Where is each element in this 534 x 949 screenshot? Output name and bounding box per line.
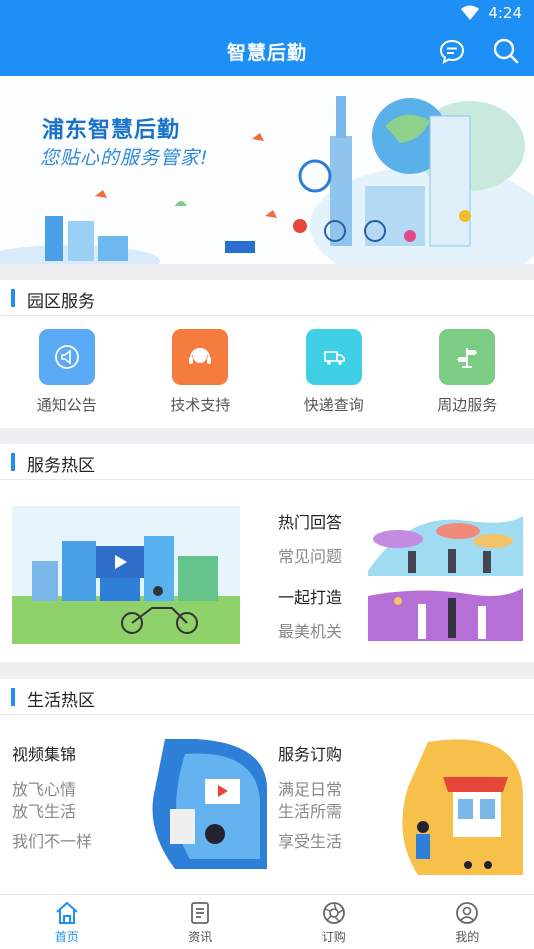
headset-icon bbox=[172, 329, 229, 385]
service-express[interactable]: 快递查询 bbox=[267, 318, 401, 415]
hot-video-card[interactable] bbox=[12, 506, 240, 644]
section-accent bbox=[11, 688, 15, 706]
section-title: 生活热区 bbox=[27, 691, 95, 711]
life-card-line: 生活所需 bbox=[278, 802, 343, 821]
service-tech-support[interactable]: 技术支持 bbox=[134, 318, 268, 415]
shopping-illustration bbox=[402, 739, 523, 875]
services-grid: 通知公告 技术支持 快递查询 周边服务 bbox=[0, 318, 534, 415]
hot-item-office[interactable]: 一起打造 最美机关 bbox=[278, 584, 342, 642]
service-hot-section: 服务热区 热门回答 常见问题 一起打造 最美机关 bbox=[0, 444, 534, 662]
tab-label: 资讯 bbox=[188, 930, 213, 944]
section-header: 服务热区 bbox=[0, 444, 534, 480]
section-accent bbox=[11, 453, 15, 471]
home-icon bbox=[56, 901, 78, 924]
tab-profile[interactable]: 我的 bbox=[401, 895, 534, 949]
service-label: 技术支持 bbox=[170, 396, 231, 414]
life-hot-section: 生活热区 视频集锦 放飞心情 放飞生活 我们不一样 服务订购 满足日常 生活所需… bbox=[0, 679, 534, 894]
tab-home[interactable]: 首页 bbox=[0, 895, 134, 949]
truck-icon bbox=[305, 329, 362, 385]
life-card-line: 放飞心情 bbox=[12, 780, 77, 799]
city-cyclist-image bbox=[12, 506, 240, 644]
life-card-line: 享受生活 bbox=[278, 832, 343, 851]
banner-illustration bbox=[0, 76, 534, 264]
office-illustration bbox=[368, 588, 523, 641]
bottom-tab-bar: 首页 资讯 订购 我的 bbox=[0, 894, 534, 949]
megaphone-icon bbox=[38, 329, 95, 385]
tab-label: 我的 bbox=[455, 930, 480, 944]
message-icon[interactable] bbox=[438, 37, 466, 65]
life-card-order[interactable]: 服务订购 满足日常 生活所需 享受生活 bbox=[278, 741, 342, 853]
video-illustration bbox=[152, 739, 267, 869]
service-label: 通知公告 bbox=[36, 396, 97, 414]
life-card-video[interactable]: 视频集锦 放飞心情 放飞生活 我们不一样 bbox=[12, 741, 92, 853]
hot-item-faq[interactable]: 热门回答 常见问题 bbox=[278, 509, 342, 567]
tab-news[interactable]: 资讯 bbox=[134, 895, 268, 949]
section-title: 服务热区 bbox=[27, 456, 95, 476]
life-card-title: 服务订购 bbox=[278, 745, 343, 764]
tab-label: 订购 bbox=[321, 930, 346, 944]
tab-label: 首页 bbox=[54, 930, 79, 944]
banner-carousel[interactable]: 浦东智慧后勤 您贴心的服务管家! bbox=[0, 76, 534, 264]
aperture-icon bbox=[322, 902, 345, 924]
life-card-title: 视频集锦 bbox=[12, 745, 77, 764]
app-header: 智慧后勤 bbox=[0, 26, 534, 76]
status-time: 4:24 bbox=[488, 4, 522, 22]
park-services-section: 园区服务 通知公告 技术支持 快递查询 周边服务 bbox=[0, 280, 534, 428]
service-nearby[interactable]: 周边服务 bbox=[401, 318, 534, 415]
hot-item-title: 一起打造 bbox=[278, 588, 343, 607]
service-notice[interactable]: 通知公告 bbox=[0, 318, 134, 415]
life-card-line: 满足日常 bbox=[278, 780, 343, 799]
faq-illustration bbox=[368, 516, 523, 576]
section-accent bbox=[11, 289, 15, 307]
hot-item-subtitle: 常见问题 bbox=[278, 547, 343, 566]
banner-slogan: 您贴心的服务管家! bbox=[40, 147, 209, 169]
banner-headline: 浦东智慧后勤 bbox=[42, 118, 181, 143]
hot-item-title: 热门回答 bbox=[278, 513, 343, 532]
signal-icon bbox=[453, 5, 454, 6]
tab-order[interactable]: 订购 bbox=[267, 895, 401, 949]
service-label: 快递查询 bbox=[303, 396, 364, 414]
life-card-line: 放飞生活 bbox=[12, 802, 77, 821]
section-header: 园区服务 bbox=[0, 280, 534, 316]
status-bar: 4:24 bbox=[0, 0, 534, 26]
section-title: 园区服务 bbox=[27, 292, 95, 312]
hot-item-subtitle: 最美机关 bbox=[278, 622, 343, 641]
section-header: 生活热区 bbox=[0, 679, 534, 715]
profile-icon bbox=[456, 902, 479, 924]
life-card-line: 我们不一样 bbox=[12, 832, 93, 851]
search-icon[interactable] bbox=[492, 37, 520, 65]
service-label: 周边服务 bbox=[437, 396, 498, 414]
news-icon bbox=[191, 902, 210, 924]
signpost-icon bbox=[439, 329, 496, 385]
wifi-icon bbox=[461, 5, 479, 20]
